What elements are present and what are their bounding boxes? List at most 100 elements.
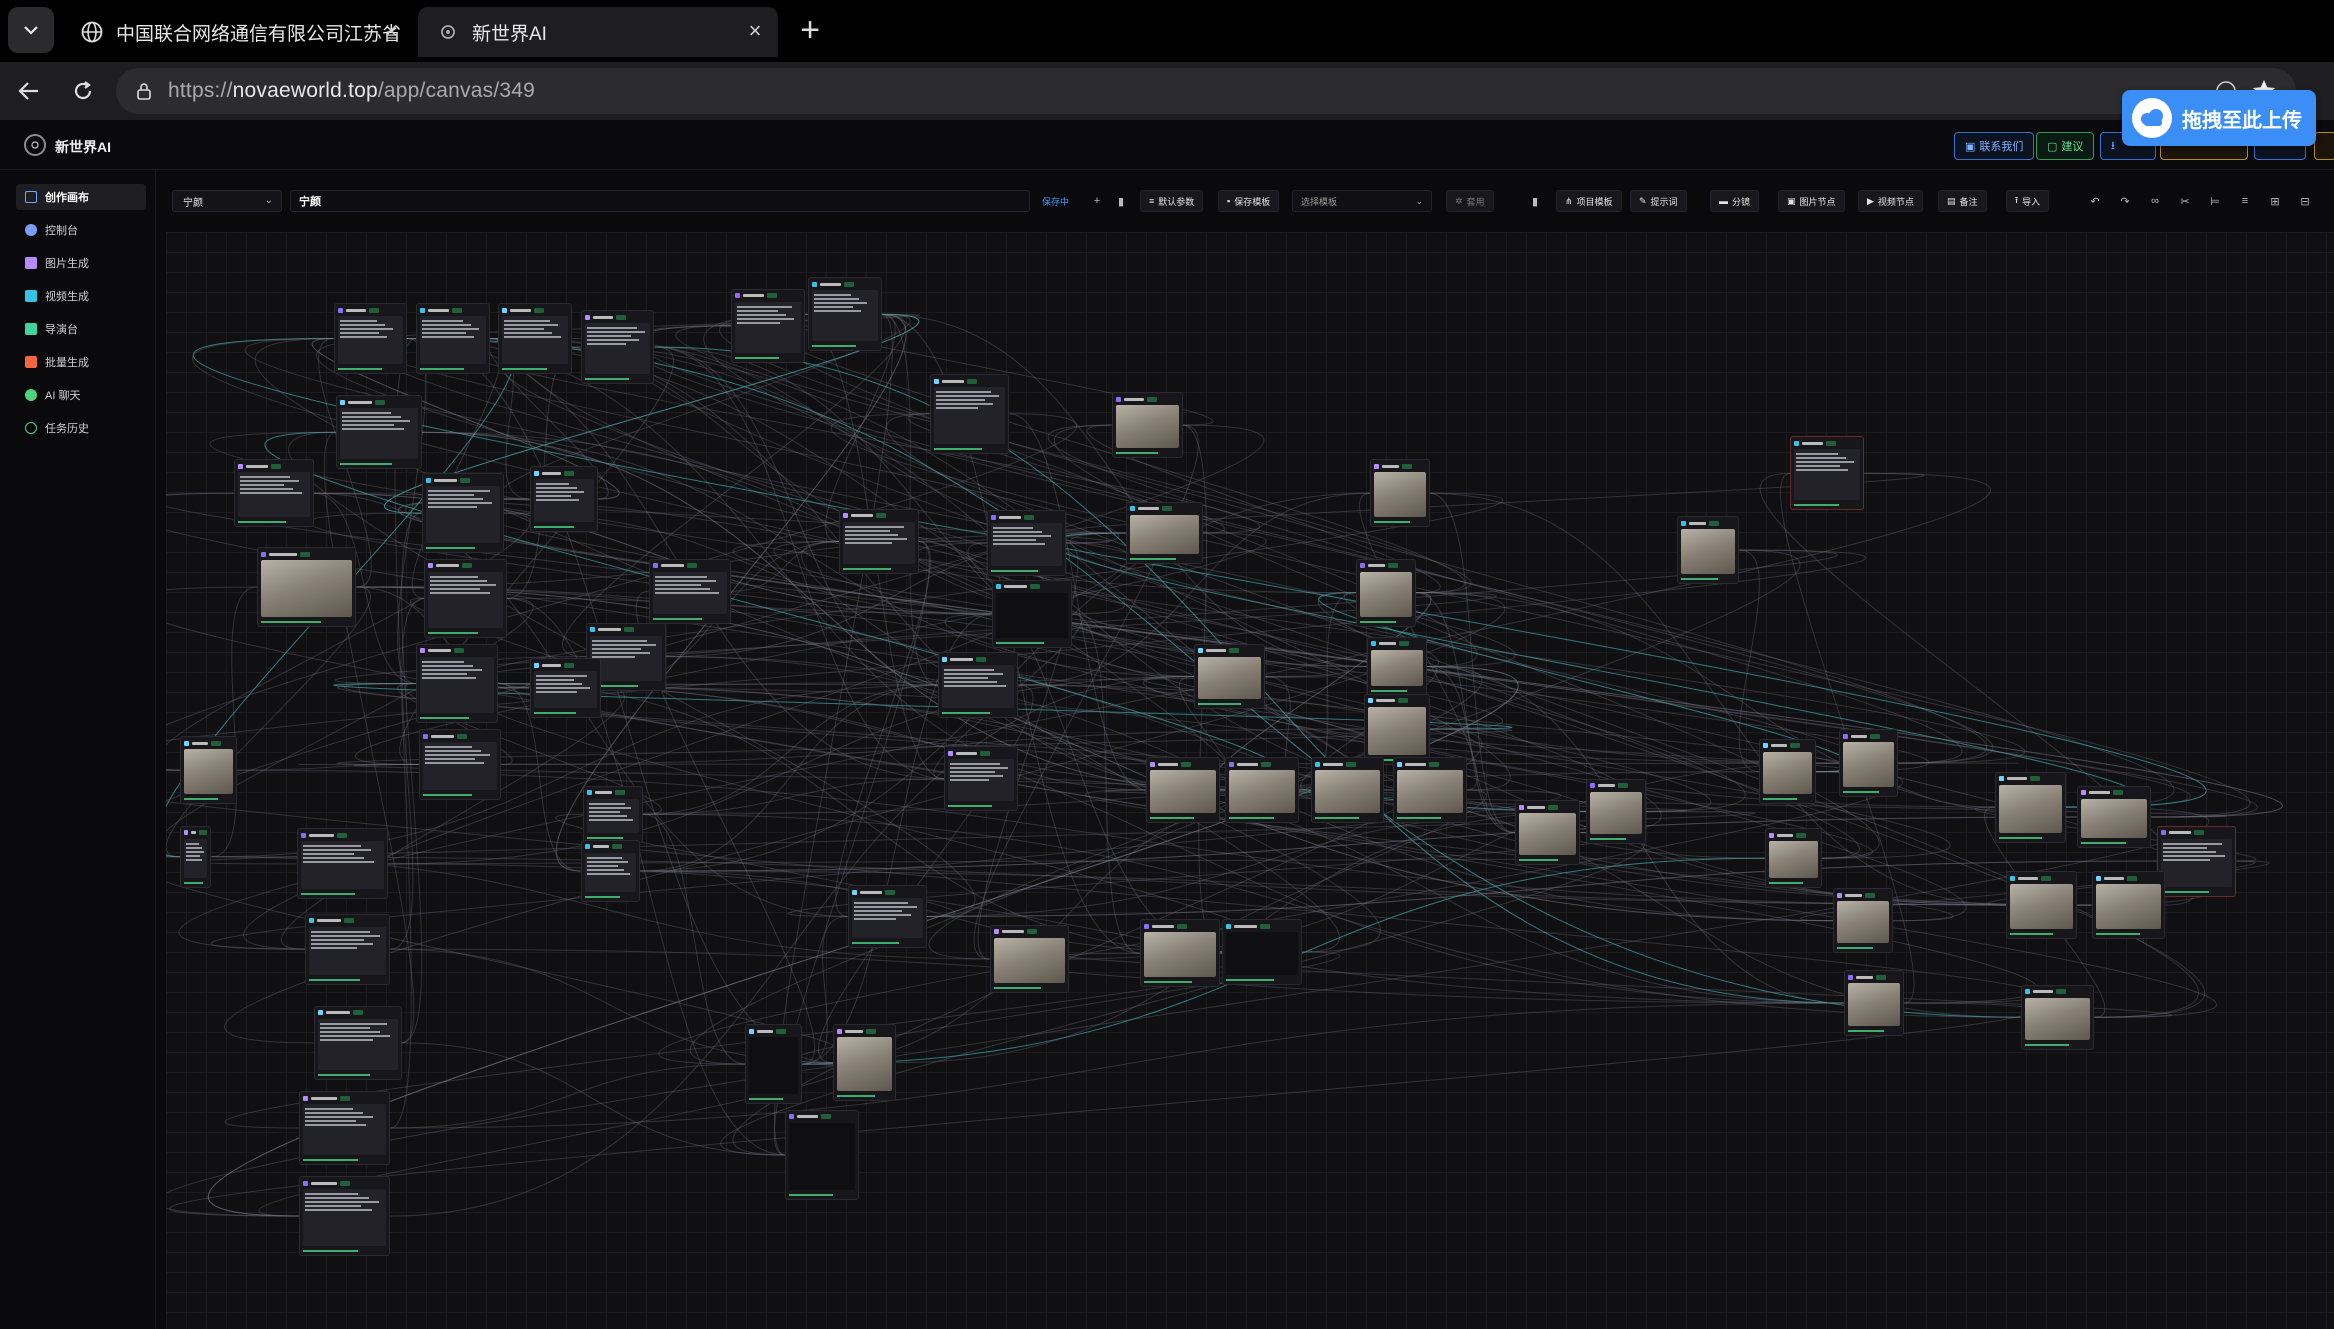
image-node[interactable] [1125, 501, 1203, 565]
node-header[interactable] [499, 304, 571, 316]
prompt-node[interactable] [580, 839, 641, 903]
note-button[interactable]: ▤ 备注 [1938, 190, 1987, 212]
node-header[interactable] [582, 841, 640, 853]
prompt-node[interactable] [421, 473, 504, 553]
node-header[interactable] [650, 560, 730, 572]
image-node[interactable] [2077, 785, 2152, 849]
image-node-button[interactable]: ▣ 图片节点 [1778, 190, 1845, 212]
sidebar-item-canvas[interactable]: 创作画布 [16, 184, 146, 210]
image-node[interactable] [1838, 729, 1899, 798]
image-node[interactable] [1759, 738, 1817, 805]
node-header[interactable] [1127, 503, 1202, 515]
node-header[interactable] [1141, 920, 1219, 932]
project-name-input[interactable]: 宁颜 [290, 190, 1030, 212]
node-header[interactable] [1678, 517, 1738, 529]
image-node[interactable] [1370, 459, 1430, 528]
image-node[interactable] [1586, 778, 1646, 844]
image-node[interactable] [1844, 970, 1905, 1036]
node-header[interactable] [582, 311, 654, 323]
project-select[interactable]: 宁颜 ⌄ [172, 190, 282, 212]
link-icon[interactable]: ∞ [2144, 190, 2166, 212]
node-header[interactable] [1996, 773, 2065, 785]
node-header[interactable] [181, 737, 236, 749]
node-header[interactable] [945, 747, 1017, 759]
node-header[interactable] [2022, 986, 2094, 998]
prompt-node[interactable] [305, 913, 391, 985]
node-header[interactable] [1587, 780, 1645, 792]
node-header[interactable] [746, 1025, 801, 1037]
node-header[interactable] [1791, 437, 1863, 449]
site-info-icon[interactable] [132, 79, 156, 103]
undo-icon[interactable]: ↶ [2084, 190, 2106, 212]
prompt-node[interactable] [731, 288, 805, 363]
image-node[interactable] [833, 1024, 896, 1102]
image-node[interactable] [2091, 871, 2166, 940]
node-header[interactable] [834, 1025, 894, 1037]
image-node[interactable] [1194, 643, 1266, 710]
node-header[interactable] [1516, 801, 1579, 813]
image-node[interactable] [1140, 919, 1220, 988]
default-params-button[interactable]: ≡ 默认参数 [1140, 190, 1204, 212]
node-header[interactable] [181, 827, 210, 839]
image-node[interactable] [1225, 757, 1300, 823]
align-left-icon[interactable]: ⊨ [2204, 190, 2226, 212]
image-node[interactable] [1355, 558, 1416, 627]
prompt-node[interactable] [333, 303, 408, 374]
prompt-node[interactable] [583, 785, 644, 843]
node-header[interactable] [939, 653, 1017, 665]
suggestion-button[interactable]: ▢ 建议 [2036, 132, 2095, 160]
node-header[interactable] [298, 829, 387, 841]
prompt-node[interactable] [847, 885, 928, 948]
sidebar-item-director[interactable]: 导演台 [16, 316, 146, 342]
node-header[interactable] [425, 560, 505, 572]
sidebar-item-ai-chat[interactable]: AI 聊天 [16, 382, 146, 408]
prompt-node[interactable] [424, 558, 507, 639]
contact-us-button[interactable]: ▣ 联系我们 [1954, 132, 2035, 160]
scissors-icon[interactable]: ✂ [2174, 190, 2196, 212]
node-header[interactable] [1766, 829, 1821, 841]
empty-node[interactable] [785, 1109, 859, 1201]
video-node-button[interactable]: ▶ 视频节点 [1858, 190, 1923, 212]
prompt-node[interactable] [418, 729, 502, 800]
browser-tab-novaeworld[interactable]: 新世界AI × [418, 7, 778, 57]
image-node[interactable] [1310, 757, 1385, 823]
node-header[interactable] [300, 1092, 389, 1104]
node-header[interactable] [1371, 460, 1429, 472]
node-header[interactable] [2078, 787, 2150, 799]
node-header[interactable] [423, 474, 503, 486]
back-button[interactable] [12, 74, 46, 108]
prompt-node[interactable] [336, 395, 422, 470]
grid-icon[interactable]: ⊞ [2264, 190, 2286, 212]
image-node[interactable] [2156, 825, 2237, 897]
node-header[interactable] [931, 375, 1009, 387]
new-tab-button[interactable]: + [792, 11, 828, 49]
node-header[interactable] [300, 1177, 389, 1189]
coin-icon[interactable] [2314, 132, 2334, 160]
node-header[interactable] [991, 926, 1069, 938]
node-header[interactable] [2007, 872, 2076, 884]
prompt-node[interactable] [986, 510, 1067, 576]
node-header[interactable] [531, 659, 600, 671]
node-header[interactable] [1195, 645, 1264, 657]
image-node[interactable] [1364, 693, 1430, 765]
node-header[interactable] [1357, 560, 1415, 572]
node-canvas[interactable] [166, 232, 2334, 1329]
project-template-button[interactable]: ⋔ 项目模板 [1556, 190, 1622, 212]
trash-icon[interactable]: ▮ [1110, 190, 1132, 212]
node-header[interactable] [258, 548, 355, 560]
sidebar-item-video-gen[interactable]: 视频生成 [16, 283, 146, 309]
node-header[interactable] [988, 511, 1066, 523]
image-node[interactable] [1676, 516, 1740, 585]
node-header[interactable] [809, 278, 881, 290]
prompt-node[interactable] [313, 1005, 402, 1080]
sidebar-item-batch[interactable]: 批量生成 [16, 349, 146, 375]
node-header[interactable] [1226, 758, 1298, 770]
empty-node[interactable] [745, 1024, 803, 1104]
image-node[interactable] [1367, 636, 1427, 697]
sidebar-item-console[interactable]: 控制台 [16, 217, 146, 243]
node-header[interactable] [335, 304, 407, 316]
prompt-node[interactable] [415, 643, 499, 724]
node-header[interactable] [1834, 889, 1892, 901]
node-header[interactable] [1368, 638, 1426, 650]
prompt-node[interactable] [498, 303, 573, 374]
